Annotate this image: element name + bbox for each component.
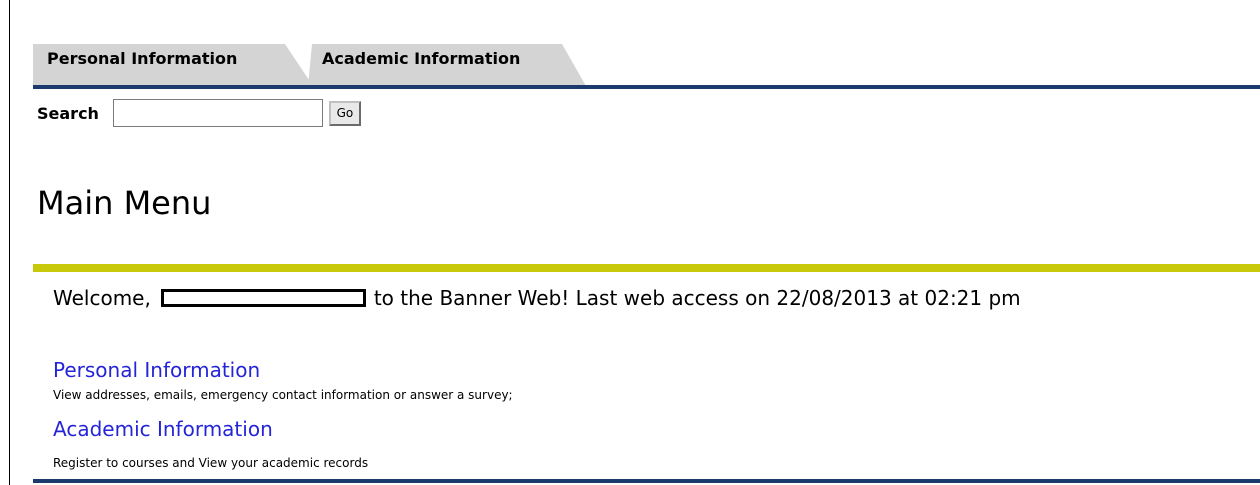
- go-button[interactable]: Go: [328, 100, 361, 126]
- tab-academic-information[interactable]: Academic Information: [308, 44, 586, 86]
- menu-description-academic-information: Register to courses and View your academ…: [53, 456, 369, 470]
- search-bar: Search Go: [37, 96, 361, 130]
- tab-label: Personal Information: [47, 49, 238, 68]
- menu-link-personal-information[interactable]: Personal Information: [53, 358, 260, 382]
- search-input[interactable]: [112, 99, 323, 127]
- page-frame-border: [9, 0, 10, 485]
- menu-description-personal-information: View addresses, emails, emergency contac…: [53, 388, 513, 402]
- welcome-message: Welcome, to the Banner Web! Last web acc…: [53, 286, 1021, 310]
- search-label: Search: [37, 103, 99, 123]
- menu-link-academic-information[interactable]: Academic Information: [53, 417, 273, 441]
- page-title: Main Menu: [37, 184, 212, 222]
- title-divider: [33, 264, 1260, 272]
- welcome-suffix: to the Banner Web! Last web access on 22…: [373, 286, 1021, 310]
- footer-divider: [33, 479, 1260, 483]
- tab-label: Academic Information: [322, 49, 521, 68]
- tab-bar-divider: [33, 85, 1260, 89]
- welcome-prefix: Welcome,: [53, 286, 151, 310]
- redacted-username-box: [160, 289, 366, 307]
- tab-personal-information[interactable]: Personal Information: [33, 44, 313, 86]
